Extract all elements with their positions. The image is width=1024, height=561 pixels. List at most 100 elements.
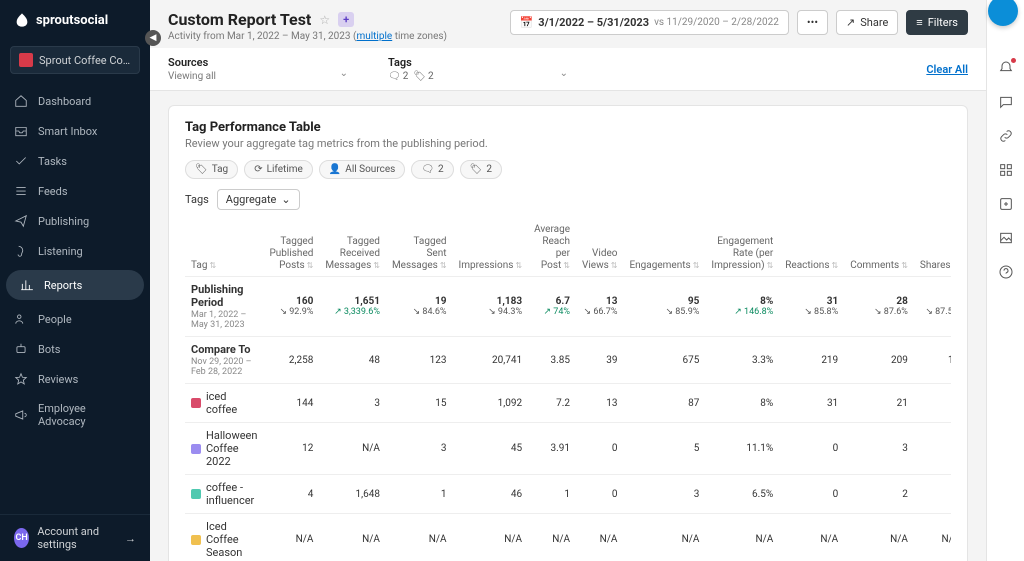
table-cell: 160↘ 92.9% bbox=[263, 277, 319, 337]
sidebar-item-smart-inbox[interactable]: Smart Inbox bbox=[0, 116, 150, 146]
sidebar-collapse-handle[interactable]: ◀ bbox=[145, 30, 161, 46]
table-cell: 21 bbox=[844, 384, 914, 423]
tags-select-label: Tags bbox=[185, 193, 209, 206]
card-subtitle: Review your aggregate tag metrics from t… bbox=[185, 137, 951, 150]
add-icon[interactable] bbox=[998, 196, 1014, 212]
pill-count-1[interactable]: 🗨 2 bbox=[411, 160, 453, 179]
tag-performance-card: Tag Performance Table Review your aggreg… bbox=[168, 105, 968, 561]
apps-icon[interactable] bbox=[998, 162, 1014, 178]
sidebar-item-employee-advocacy[interactable]: Employee Advocacy bbox=[0, 394, 150, 436]
th-comments[interactable]: Comments⇅ bbox=[844, 220, 914, 277]
brand-text: sproutsocial bbox=[36, 13, 108, 28]
sidebar-item-tasks[interactable]: Tasks bbox=[0, 146, 150, 176]
table-cell: 31 bbox=[779, 384, 844, 423]
delta-value: ↘ 94.3% bbox=[459, 307, 523, 317]
th-impressions[interactable]: Impressions⇅ bbox=[453, 220, 529, 277]
table-cell: 219 bbox=[779, 337, 844, 384]
pill-tag[interactable]: 🏷 Tag bbox=[185, 160, 238, 179]
filters-button[interactable]: ≡Filters bbox=[906, 10, 968, 35]
content-scroll: Tag Performance Table Review your aggreg… bbox=[150, 91, 986, 561]
tag-name: iced coffee bbox=[191, 390, 257, 416]
sidebar-item-bots[interactable]: Bots bbox=[0, 334, 150, 364]
tag-name: Iced Coffee Season bbox=[191, 520, 257, 559]
table-cell: 0 bbox=[576, 423, 623, 475]
table-cell: 39 bbox=[576, 337, 623, 384]
link-icon[interactable] bbox=[998, 128, 1014, 144]
pill-all-sources[interactable]: 👤 All Sources bbox=[319, 160, 405, 179]
notifications-icon[interactable] bbox=[998, 60, 1014, 76]
tag-name: coffee - influencer bbox=[191, 481, 257, 507]
feeds-icon bbox=[14, 184, 28, 198]
more-button[interactable]: ••• bbox=[797, 10, 828, 35]
table-cell: 3 bbox=[386, 423, 453, 475]
th-engagements[interactable]: Engagements⇅ bbox=[623, 220, 705, 277]
sidebar-item-publishing[interactable]: Publishing bbox=[0, 206, 150, 236]
table-body: Publishing PeriodMar 1, 2022 – May 31, 2… bbox=[185, 277, 951, 561]
th-sent-msgs[interactable]: Tagged Sent Messages⇅ bbox=[386, 220, 453, 277]
table-cell: N/A bbox=[453, 514, 529, 561]
bot-icon bbox=[14, 342, 28, 356]
share-button[interactable]: ↗Share bbox=[836, 10, 898, 35]
table-cell: N/A bbox=[623, 514, 705, 561]
help-icon[interactable] bbox=[998, 264, 1014, 280]
table-cell: 95↘ 85.9% bbox=[623, 277, 705, 337]
add-tag-button[interactable]: + bbox=[338, 12, 354, 27]
timezones-link[interactable]: multiple bbox=[356, 31, 392, 42]
table-cell: 0 bbox=[779, 423, 844, 475]
table-cell: N/A bbox=[844, 514, 914, 561]
image-icon[interactable] bbox=[998, 230, 1014, 246]
table-cell: 3 bbox=[319, 384, 386, 423]
th-reactions[interactable]: Reactions⇅ bbox=[779, 220, 844, 277]
favorite-star-icon[interactable]: ☆ bbox=[319, 13, 330, 27]
th-video-views[interactable]: Video Views⇅ bbox=[576, 220, 623, 277]
filter-bar: Sources Viewing all ⌄ Tags 🗨 2 🏷 2 ⌄ Cle… bbox=[150, 48, 986, 91]
sidebar-item-feeds[interactable]: Feeds bbox=[0, 176, 150, 206]
sidebar-item-dashboard[interactable]: Dashboard bbox=[0, 86, 150, 116]
th-published-posts[interactable]: Tagged Published Posts⇅ bbox=[263, 220, 319, 277]
table-cell: N/A bbox=[779, 514, 844, 561]
account-settings[interactable]: CH Account and settings → bbox=[0, 514, 150, 561]
aggregate-select[interactable]: Aggregate ⌄ bbox=[217, 189, 300, 210]
th-avg-reach[interactable]: Average Reach per Post⇅ bbox=[528, 220, 576, 277]
th-eng-rate[interactable]: Engagement Rate (per Impression)⇅ bbox=[705, 220, 779, 277]
date-range-selector[interactable]: 📅 3/1/2022 – 5/31/2023 vs 11/29/2020 – 2… bbox=[510, 10, 789, 35]
chevron-down-icon: ⌄ bbox=[340, 68, 348, 79]
tags-select-row: Tags Aggregate ⌄ bbox=[185, 189, 951, 210]
th-shares[interactable]: Shares⇅ bbox=[914, 220, 951, 277]
main-area: Custom Report Test ☆ + Activity from Mar… bbox=[150, 0, 986, 561]
page-header: Custom Report Test ☆ + Activity from Mar… bbox=[150, 0, 986, 48]
sidebar-item-people[interactable]: People bbox=[0, 304, 150, 334]
chevron-down-icon: ⌄ bbox=[560, 68, 568, 79]
table-cell: 15 bbox=[386, 384, 453, 423]
sidebar: sproutsocial Sprout Coffee Corporate ...… bbox=[0, 0, 150, 561]
th-tag[interactable]: Tag⇅ bbox=[185, 220, 263, 277]
sidebar-item-reports[interactable]: Reports bbox=[6, 270, 144, 300]
chat-icon[interactable] bbox=[998, 94, 1014, 110]
tags-filter[interactable]: Tags 🗨 2 🏷 2 ⌄ bbox=[388, 56, 568, 82]
profile-selector[interactable]: Sprout Coffee Corporate ... bbox=[10, 46, 140, 74]
table-cell: 31↘ 85.8% bbox=[779, 277, 844, 337]
delta-value: ↘ 85.9% bbox=[629, 307, 699, 317]
sources-filter[interactable]: Sources Viewing all ⌄ bbox=[168, 56, 348, 82]
brand-logo: sproutsocial bbox=[0, 0, 150, 40]
tag-color-swatch bbox=[191, 535, 201, 545]
sidebar-item-listening[interactable]: Listening bbox=[0, 236, 150, 266]
page-title: Custom Report Test bbox=[168, 10, 311, 29]
table-cell: 48 bbox=[319, 337, 386, 384]
th-received-msgs[interactable]: Tagged Received Messages⇅ bbox=[319, 220, 386, 277]
sidebar-item-reviews[interactable]: Reviews bbox=[0, 364, 150, 394]
table-cell: 1 bbox=[528, 475, 576, 514]
compose-fab[interactable] bbox=[988, 0, 1018, 26]
calendar-icon: 📅 bbox=[520, 16, 534, 29]
pill-count-2[interactable]: 🏷 2 bbox=[460, 160, 502, 179]
table-cell: 87 bbox=[623, 384, 705, 423]
clear-all-link[interactable]: Clear All bbox=[926, 63, 968, 76]
table-cell: N/A bbox=[576, 514, 623, 561]
pill-lifetime[interactable]: ⟳ Lifetime bbox=[244, 160, 313, 179]
card-title: Tag Performance Table bbox=[185, 120, 951, 135]
table-cell: N/A bbox=[914, 514, 951, 561]
delta-value: ↘ 85.8% bbox=[785, 307, 838, 317]
delta-value: ↘ 84.6% bbox=[392, 307, 447, 317]
table-cell: 675 bbox=[623, 337, 705, 384]
delta-value: ↗ 3,339.6% bbox=[325, 307, 380, 317]
